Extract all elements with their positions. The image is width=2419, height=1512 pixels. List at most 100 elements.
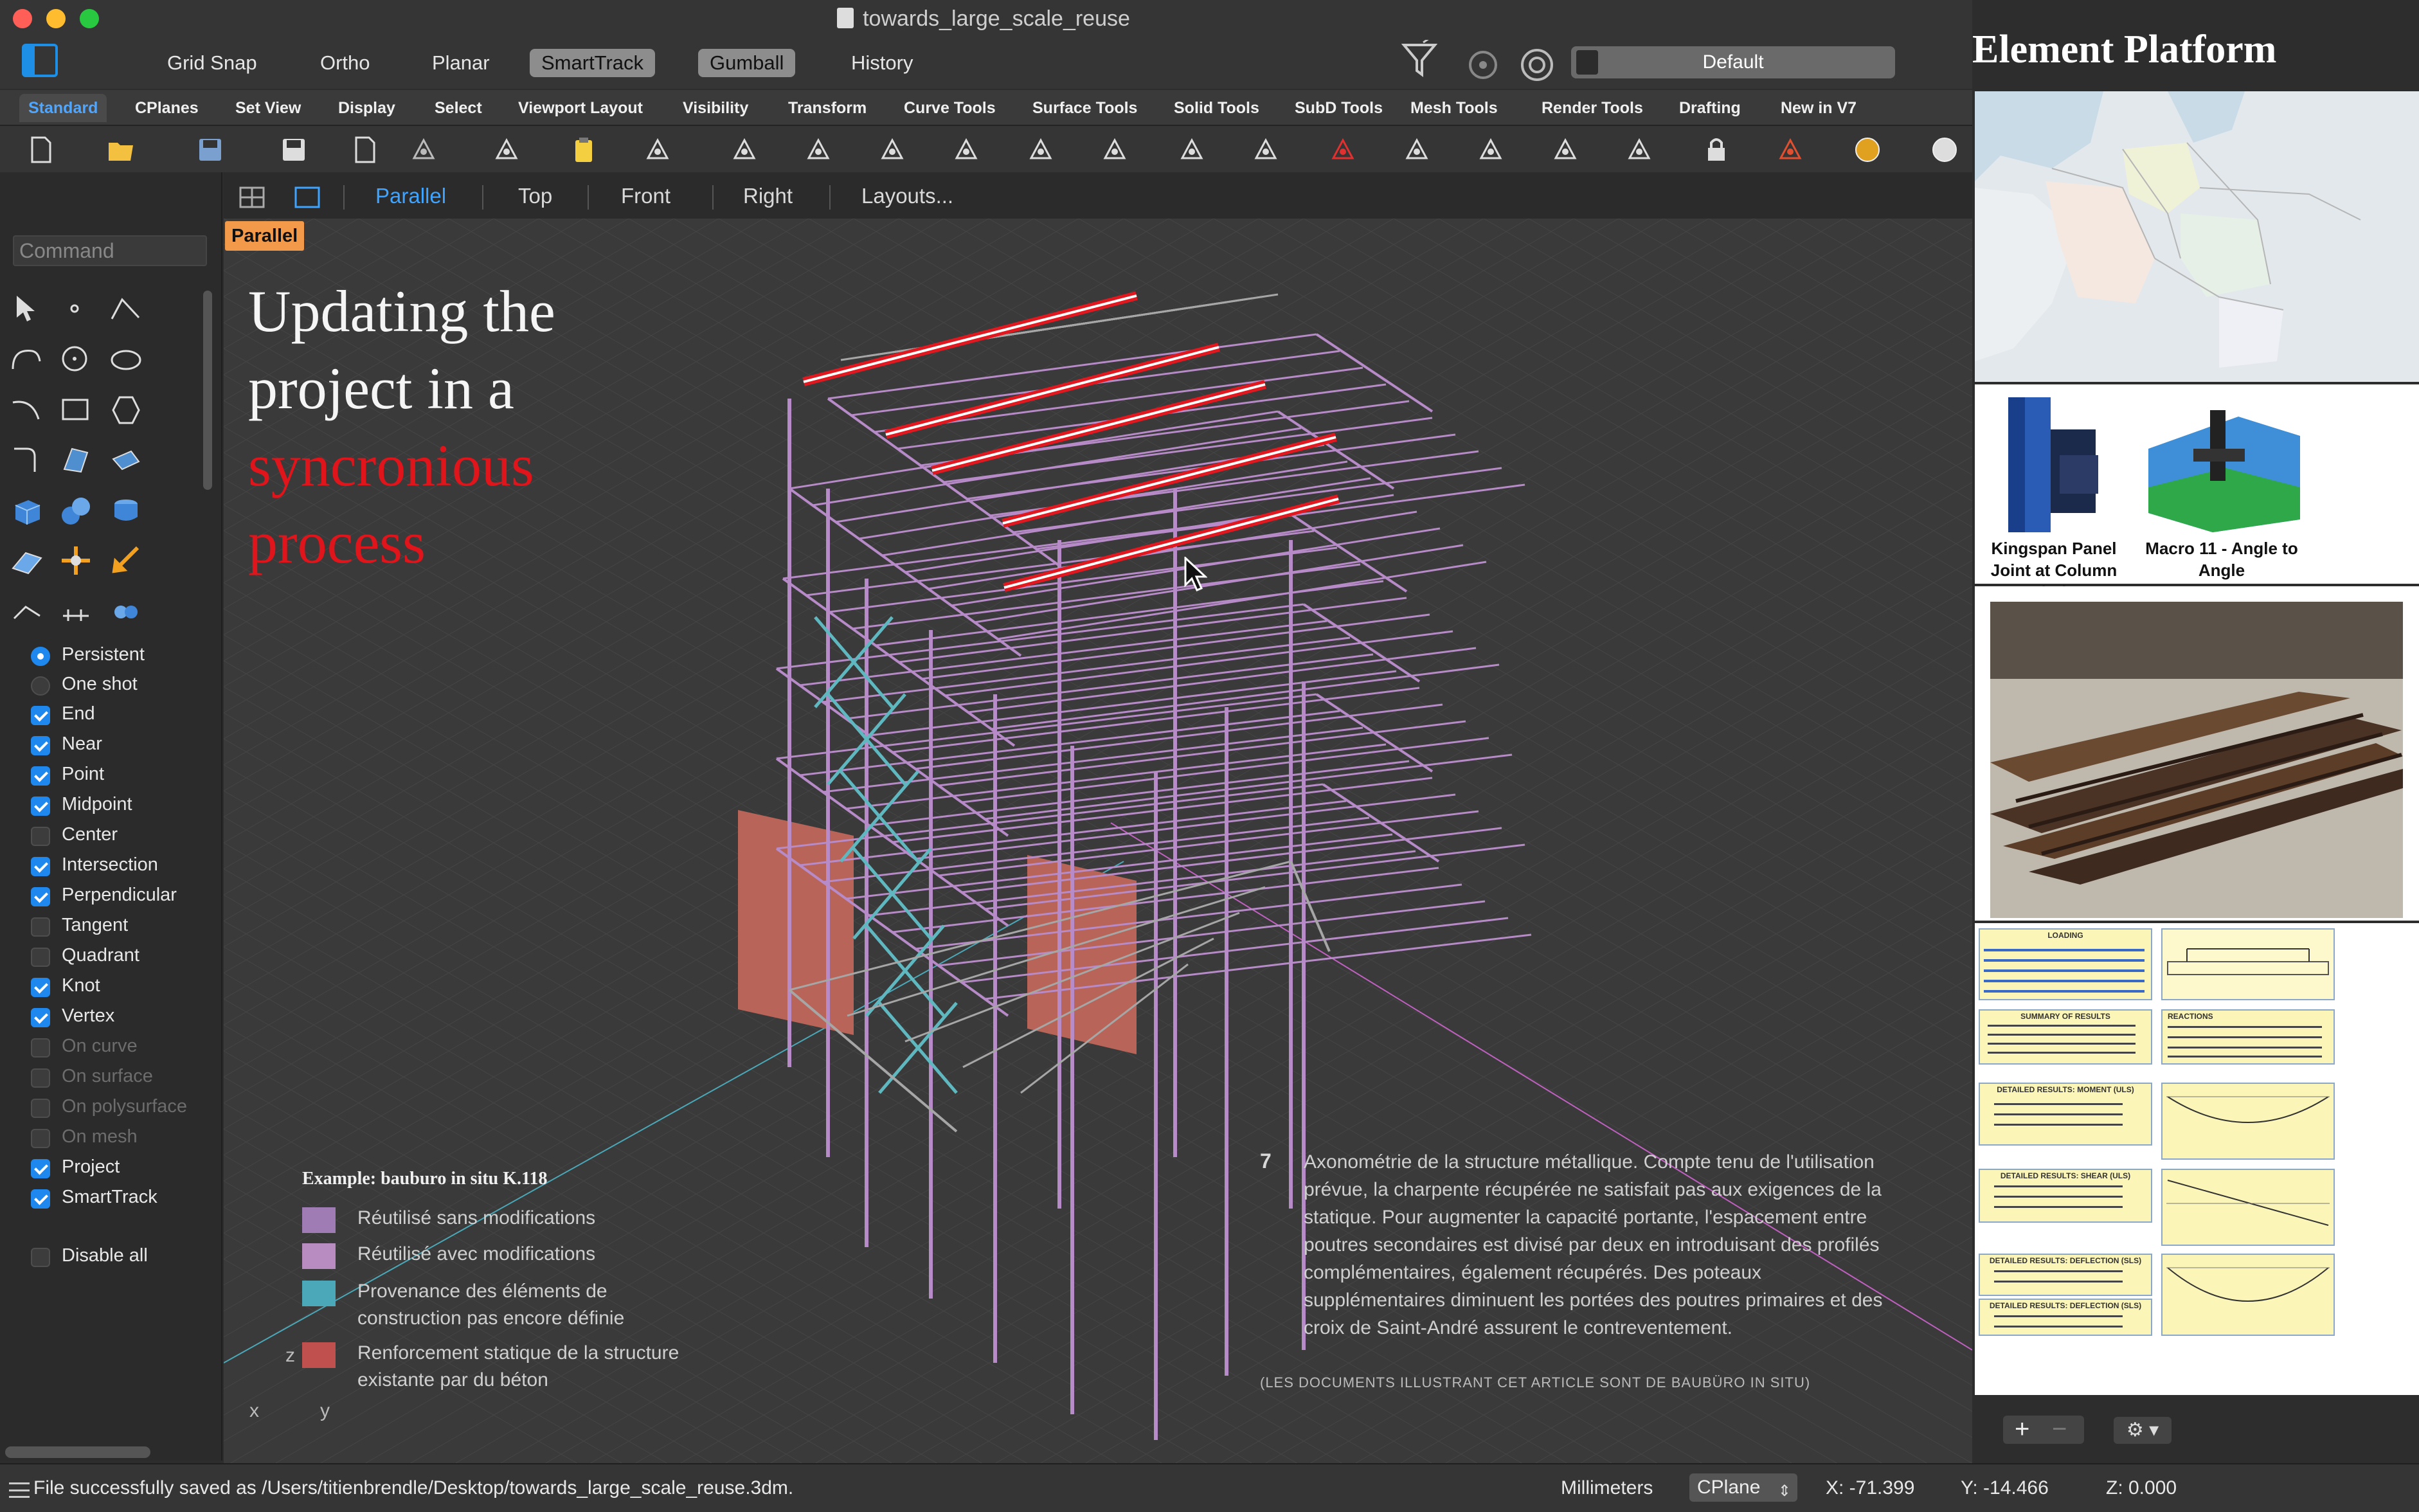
box-solid-icon[interactable] [6,490,48,531]
cylinder-solid-icon[interactable] [105,490,147,531]
zoom-extents-icon[interactable] [1025,134,1057,166]
tab-drafting[interactable]: Drafting [1670,94,1750,122]
viewtab-parallel[interactable]: Parallel [375,184,446,208]
paste-icon[interactable] [568,134,600,166]
rectangle-icon[interactable] [55,390,96,431]
checkbox-icon[interactable] [31,827,50,846]
record-history-icon[interactable] [1467,49,1499,81]
open-file-icon[interactable] [105,134,137,166]
zoom-selected-icon[interactable] [1099,134,1131,166]
checkbox-icon[interactable] [31,797,50,816]
checkbox-icon[interactable] [31,1008,50,1027]
checkbox-icon[interactable] [31,1129,50,1148]
mesh-plane-icon[interactable] [6,540,48,581]
undo-icon[interactable] [642,134,674,166]
single-viewport-layout-icon[interactable] [294,186,320,208]
tab-solid-tools[interactable]: Solid Tools [1165,94,1268,122]
four-viewports-layout-icon[interactable] [239,186,265,208]
dimension-arrow-icon[interactable] [105,540,147,581]
tab-new-in-v7[interactable]: New in V7 [1772,94,1866,122]
pan-hand-icon[interactable] [728,134,760,166]
grid-icon[interactable] [1401,134,1433,166]
zoom-icon[interactable] [876,134,908,166]
tab-mesh-tools[interactable]: Mesh Tools [1401,94,1507,122]
checkbox-icon[interactable] [31,1159,50,1178]
checkbox-icon[interactable] [31,766,50,786]
analysis-icon[interactable] [105,590,147,631]
checkbox-icon[interactable] [31,978,50,997]
checkbox-icon[interactable] [31,857,50,876]
lock-icon[interactable] [1700,134,1732,166]
sphere-wire-icon[interactable] [1929,134,1961,166]
select-arrow-icon[interactable] [6,289,48,330]
tab-select[interactable]: Select [426,94,491,122]
new-file-icon[interactable] [24,134,57,166]
tab-transform[interactable]: Transform [779,94,876,122]
curve-icon[interactable] [6,339,48,381]
color-wheel-icon[interactable] [1851,134,1884,166]
arc-icon[interactable] [6,390,48,431]
ghosted-icon[interactable] [1475,134,1507,166]
remove-button[interactable]: − [2052,1416,2067,1443]
tab-display[interactable]: Display [329,94,404,122]
history-toggle[interactable]: History [840,49,924,77]
planar-toggle[interactable]: Planar [420,49,501,77]
checkbox-icon[interactable] [31,1248,50,1267]
fillet-curve-icon[interactable] [6,440,48,481]
tab-standard[interactable]: Standard [19,94,107,122]
tab-render-tools[interactable]: Render Tools [1533,94,1652,122]
units-label[interactable]: Millimeters [1561,1477,1653,1499]
viewtab-layouts[interactable]: Layouts... [861,184,953,208]
four-viewports-icon[interactable] [1250,134,1282,166]
tab-viewport-layout[interactable]: Viewport Layout [509,94,652,122]
zoom-window-icon[interactable] [950,134,982,166]
display-mode-select[interactable]: Default [1571,46,1895,78]
block-tool-icon[interactable] [55,590,96,631]
left-panel-horizontal-scrollbar[interactable] [5,1446,150,1458]
gumball-toggle[interactable]: Gumball [698,49,796,77]
point-icon[interactable] [55,289,96,330]
grid-snap-toggle[interactable]: Grid Snap [156,49,269,77]
gumball-settings-icon[interactable] [1520,48,1554,82]
status-menu-icon[interactable] [9,1482,30,1498]
tab-set-view[interactable]: Set View [226,94,310,122]
checkbox-icon[interactable] [31,948,50,967]
viewtab-right[interactable]: Right [743,184,793,208]
viewtab-front[interactable]: Front [621,184,670,208]
bulb-icon[interactable] [1623,134,1655,166]
text-tool-icon[interactable] [6,590,48,631]
circle-icon[interactable] [55,339,96,381]
panel-settings-button[interactable]: ⚙ ▾ [2114,1417,2172,1444]
ortho-toggle[interactable]: Ortho [309,49,382,77]
save-icon[interactable] [194,134,226,166]
point-edit-icon[interactable] [1549,134,1581,166]
viewport-label[interactable]: Parallel [225,221,305,251]
tab-cplanes[interactable]: CPlanes [126,94,208,122]
command-input[interactable]: Command [13,235,207,266]
extrude-surface-icon[interactable] [105,440,147,481]
tab-surface-tools[interactable]: Surface Tools [1023,94,1146,122]
checkbox-icon[interactable] [31,1038,50,1058]
car-icon[interactable] [1327,134,1359,166]
checkbox-icon[interactable] [31,706,50,725]
parallel-viewport[interactable]: Parallel Updating the project in a syncr… [224,219,1972,1463]
surface-icon[interactable] [55,440,96,481]
viewtab-top[interactable]: Top [518,184,552,208]
polygon-icon[interactable] [105,390,147,431]
ellipse-icon[interactable] [105,339,147,381]
polyline-icon[interactable] [105,289,147,330]
checkbox-icon[interactable] [31,917,50,937]
sidebar-toggle-button[interactable] [22,44,58,77]
undo-view-icon[interactable] [1176,134,1208,166]
add-button[interactable]: + [2015,1416,2029,1443]
print-icon[interactable] [278,134,310,166]
cut-icon[interactable] [408,134,440,166]
tab-visibility[interactable]: Visibility [674,94,757,122]
checkbox-icon[interactable] [31,887,50,906]
sphere-solid-icon[interactable] [55,490,96,531]
rotate-view-icon[interactable] [802,134,834,166]
tool-palette-scrollbar[interactable] [203,291,212,490]
transform-gumball-icon[interactable] [55,540,96,581]
selection-filter-icon[interactable] [1401,40,1437,78]
checkbox-icon[interactable] [31,1068,50,1088]
